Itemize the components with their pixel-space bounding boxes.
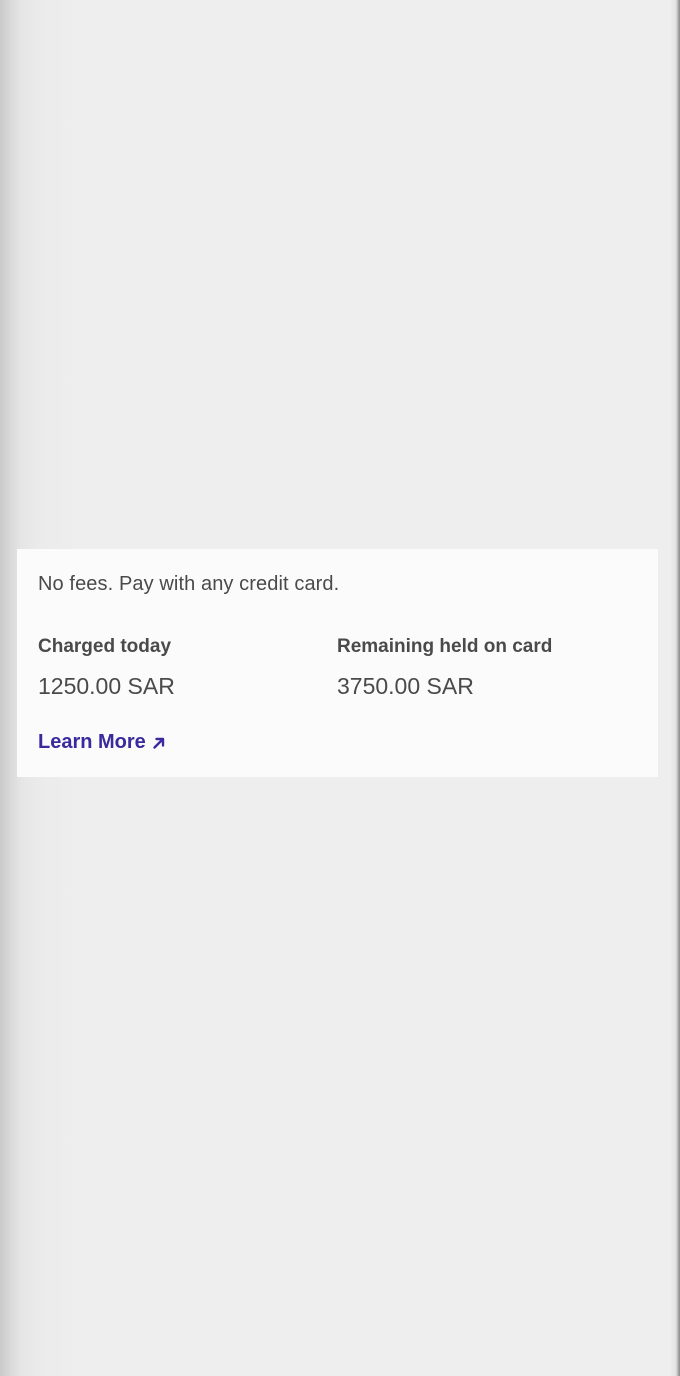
remaining-held-section: Remaining held on card 3750.00 SAR xyxy=(337,635,552,700)
payment-info-card: No fees. Pay with any credit card. Charg… xyxy=(17,549,658,777)
arrow-up-right-icon xyxy=(152,736,166,750)
remaining-held-amount: 3750.00 SAR xyxy=(337,673,474,699)
learn-more-link[interactable]: Learn More xyxy=(38,731,166,754)
charged-today-section: Charged today 1250.00 SAR xyxy=(38,635,175,700)
screen-background: No fees. Pay with any credit card. Charg… xyxy=(0,0,680,1376)
learn-more-label: Learn More xyxy=(38,731,146,753)
remaining-held-label: Remaining held on card xyxy=(337,636,553,657)
payment-description: No fees. Pay with any credit card. xyxy=(38,573,340,595)
charged-today-label: Charged today xyxy=(38,636,172,657)
charged-today-amount: 1250.00 SAR xyxy=(38,673,175,699)
